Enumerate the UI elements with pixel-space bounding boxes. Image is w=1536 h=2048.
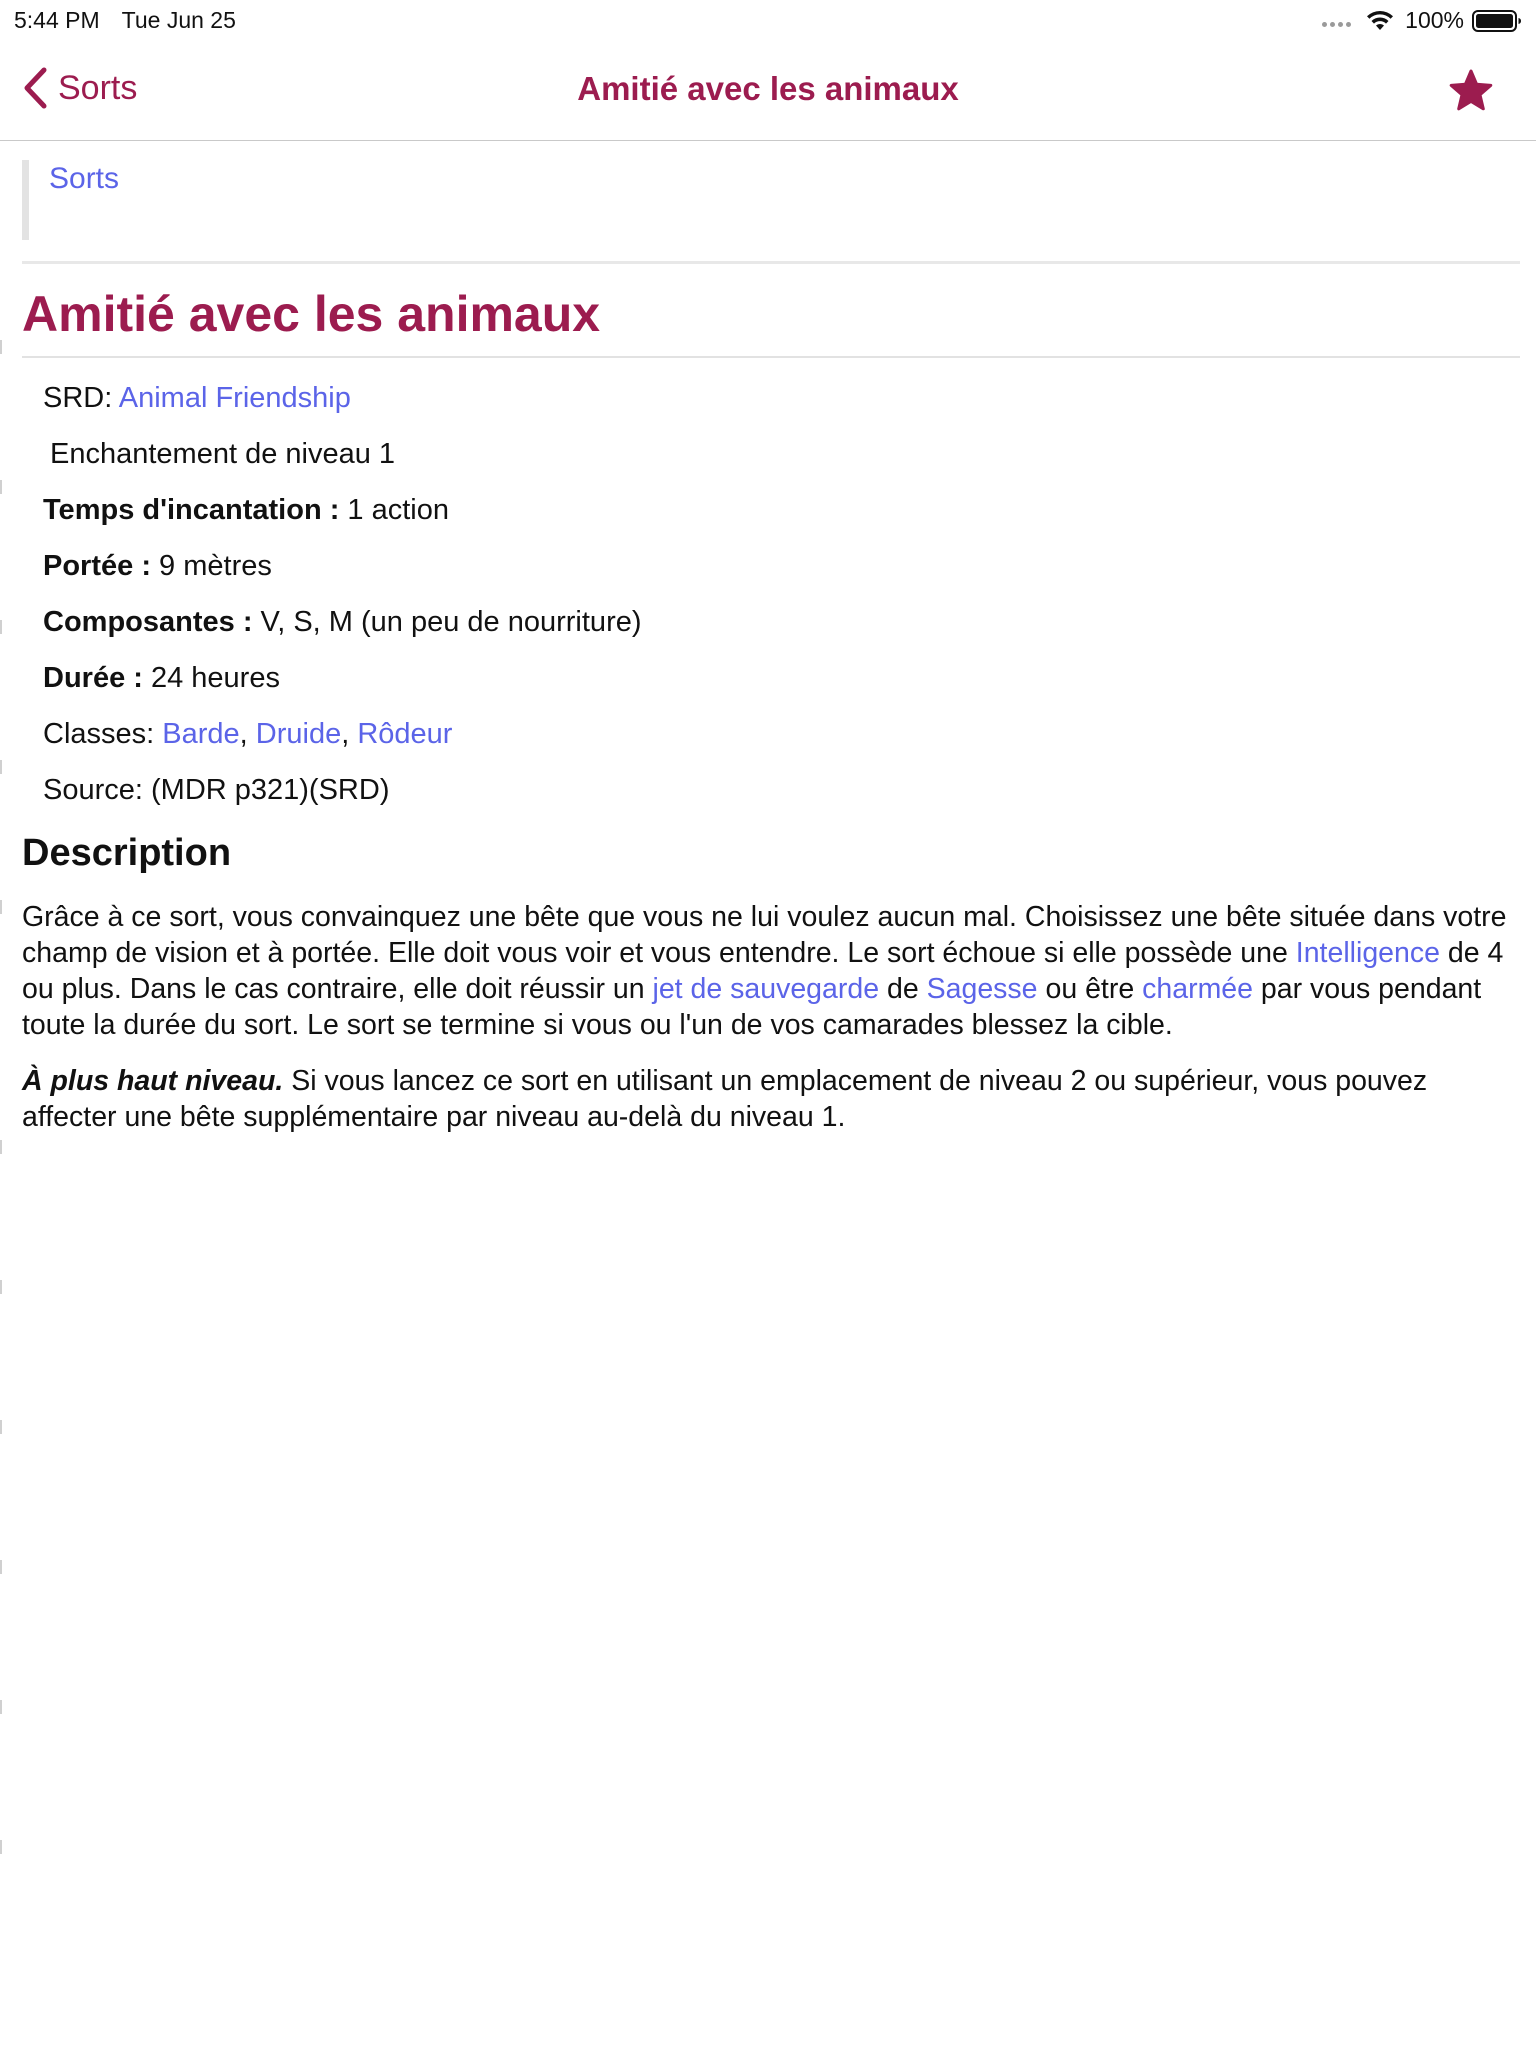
class-separator: , [239, 717, 256, 750]
title-divider [22, 356, 1520, 358]
source-row: Source: (MDR p321)(SRD) [43, 773, 390, 806]
spell-content: Sorts Amitié avec les animaux SRD: Anima… [22, 140, 1520, 1135]
description-paragraph: Grâce à ce sort, vous convainquez une bê… [22, 899, 1520, 1043]
range-row: Portée : 9 mètres [43, 546, 1520, 602]
text: Grâce à ce sort, vous convainquez une bê… [22, 900, 1507, 969]
link-sagesse[interactable]: Sagesse [927, 973, 1038, 1005]
cellular-dots-icon [1322, 22, 1352, 27]
higher-level-paragraph: À plus haut niveau. Si vous lancez ce so… [22, 1063, 1520, 1135]
components-label: Composantes : [43, 605, 253, 638]
status-date: Tue Jun 25 [121, 7, 236, 33]
link-intelligence[interactable]: Intelligence [1296, 937, 1440, 969]
srd-row: SRD: Animal Friendship [43, 378, 1520, 434]
battery-percent: 100% [1405, 7, 1464, 33]
class-link-barde[interactable]: Barde [162, 718, 239, 750]
link-jet-de-sauvegarde[interactable]: jet de sauvegarde [652, 973, 879, 1005]
divider [22, 261, 1520, 264]
components-row: Composantes : V, S, M (un peu de nourrit… [43, 602, 1520, 658]
higher-level-label: À plus haut niveau. [22, 1064, 284, 1097]
breadcrumb: Sorts [22, 160, 1520, 240]
battery-icon [1472, 9, 1521, 32]
page-title: Amitié avec les animaux [22, 286, 601, 342]
components-value: V, S, M (un peu de nourriture) [252, 605, 642, 638]
classes-label: Classes: [43, 717, 163, 750]
left-edge-marks [0, 140, 3, 2048]
status-left: 5:44 PM Tue Jun 25 [14, 7, 236, 34]
range-label: Portée : [43, 549, 151, 582]
text: de [879, 972, 927, 1005]
text: ou être [1037, 972, 1143, 1005]
class-link-druide[interactable]: Druide [256, 718, 341, 750]
srd-label: SRD: [43, 381, 119, 414]
spell-detail-screen: 5:44 PM Tue Jun 25 100% Sorts Amitié ave… [0, 0, 1536, 2048]
status-time: 5:44 PM [14, 7, 100, 33]
spell-properties: SRD: Animal Friendship Enchantement de n… [22, 378, 1520, 826]
description-heading: Description [22, 831, 232, 874]
duration-value: 24 heures [142, 661, 280, 694]
wifi-icon [1367, 10, 1394, 30]
casting-time-row: Temps d'incantation : 1 action [43, 490, 1520, 546]
casting-time-label: Temps d'incantation : [43, 493, 340, 526]
casting-time-value: 1 action [339, 493, 450, 526]
nav-title: Amitié avec les animaux [577, 70, 959, 107]
spell-school: Enchantement de niveau 1 [50, 437, 396, 470]
star-icon[interactable] [1448, 68, 1494, 112]
duration-label: Durée : [43, 661, 143, 694]
class-separator: , [341, 717, 358, 750]
range-value: 9 mètres [150, 549, 272, 582]
status-bar: 5:44 PM Tue Jun 25 100% [0, 0, 1536, 40]
navigation-bar: Sorts Amitié avec les animaux [0, 40, 1536, 141]
breadcrumb-link-sorts[interactable]: Sorts [49, 162, 119, 196]
srd-link[interactable]: Animal Friendship [119, 382, 351, 414]
classes-row: Classes: Barde, Druide, Rôdeur [43, 714, 1520, 770]
link-charmee[interactable]: charmée [1142, 973, 1253, 1005]
duration-row: Durée : 24 heures [43, 658, 1520, 714]
class-link-rodeur[interactable]: Rôdeur [357, 718, 452, 750]
status-right: 100% [1322, 7, 1522, 34]
